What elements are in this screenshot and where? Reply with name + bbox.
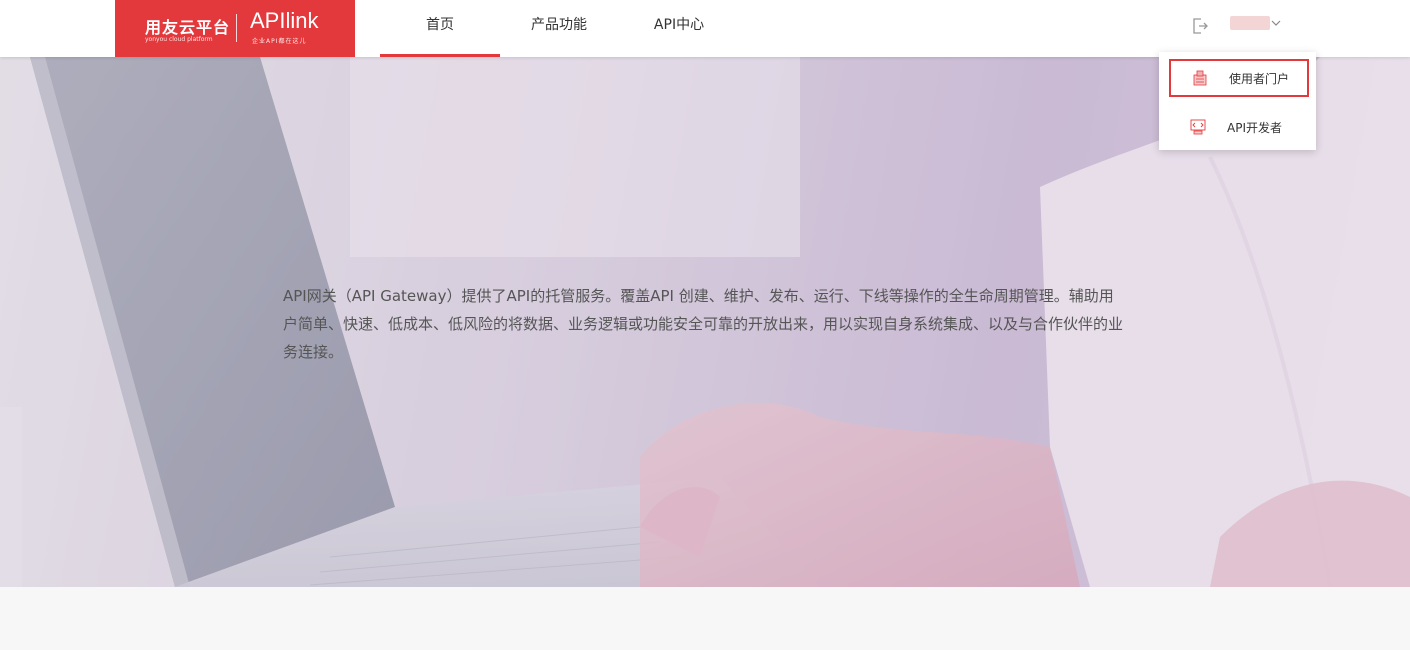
logo[interactable]: 用友云平台 yonyou cloud platform APIlink 企业AP… bbox=[115, 0, 355, 57]
dropdown-item-api-developer[interactable]: API开发者 bbox=[1169, 108, 1309, 146]
hero-description: API网关（API Gateway）提供了API的托管服务。覆盖API 创建、维… bbox=[283, 287, 1124, 361]
page-bottom-area bbox=[0, 587, 1410, 650]
logo-brand: 用友云平台 bbox=[145, 18, 231, 37]
chevron-down-icon[interactable] bbox=[1271, 18, 1281, 28]
developer-icon bbox=[1190, 119, 1206, 135]
nav-api-center[interactable]: API中心 bbox=[618, 0, 740, 57]
nav-home[interactable]: 首页 bbox=[380, 0, 500, 57]
user-name-block[interactable] bbox=[1230, 16, 1270, 30]
main-nav: 首页 产品功能 API中心 bbox=[380, 0, 740, 57]
logo-divider bbox=[236, 14, 237, 42]
nav-features[interactable]: 产品功能 bbox=[500, 0, 618, 57]
top-header: 用友云平台 yonyou cloud platform APIlink 企业AP… bbox=[0, 0, 1410, 57]
logo-product: APIlink bbox=[250, 8, 319, 33]
portal-icon bbox=[1193, 70, 1207, 86]
logo-brand-sub: yonyou cloud platform bbox=[145, 36, 213, 43]
user-dropdown-menu: 使用者门户 API开发者 bbox=[1159, 52, 1316, 150]
dropdown-label-user-portal: 使用者门户 bbox=[1229, 71, 1290, 86]
logo-product-sub: 企业API都在这儿 bbox=[252, 38, 307, 45]
dropdown-label-api-developer: API开发者 bbox=[1227, 120, 1282, 135]
logout-icon[interactable] bbox=[1190, 16, 1210, 36]
dropdown-item-user-portal[interactable]: 使用者门户 bbox=[1169, 59, 1309, 97]
